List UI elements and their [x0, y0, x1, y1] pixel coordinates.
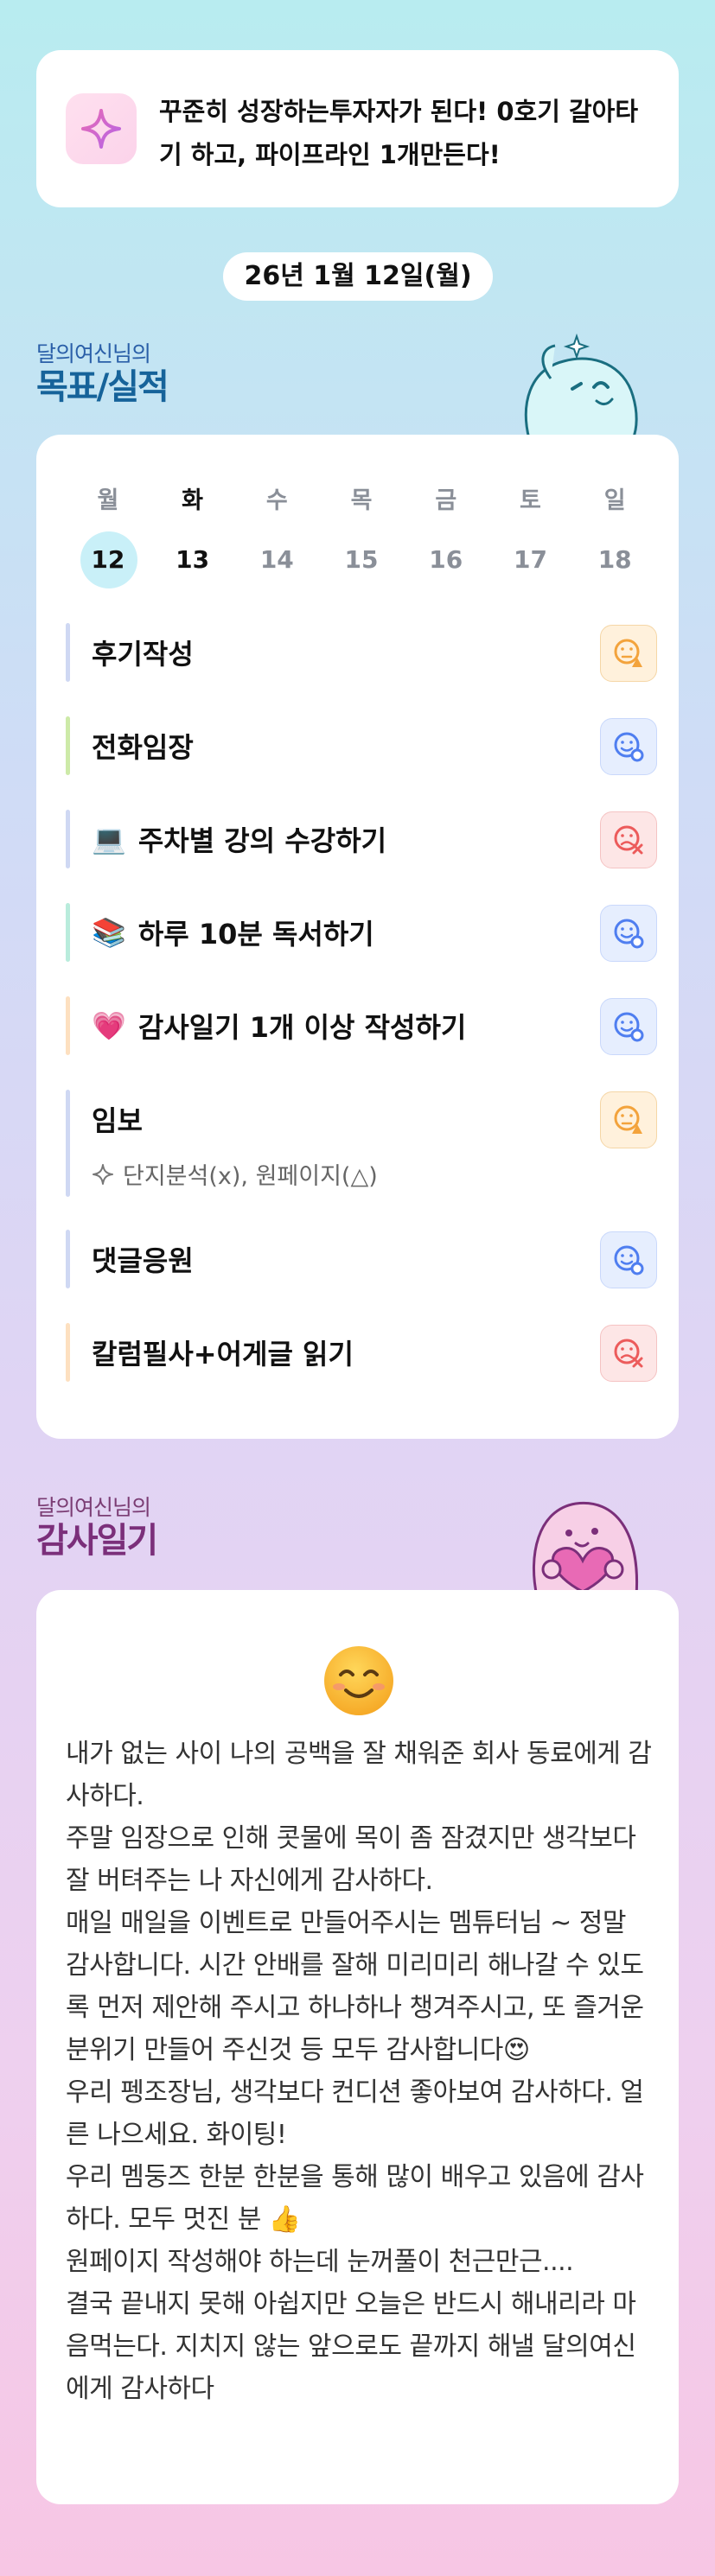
task-title: 후기작성	[92, 623, 194, 682]
task-item[interactable]: 후기작성	[66, 623, 657, 682]
task-item[interactable]: 💻 주차별 강의 수강하기	[66, 810, 657, 868]
mascot-heart-icon	[532, 1501, 639, 1596]
gratitude-section-subtitle: 달의여신님의	[36, 1495, 151, 1520]
date-row: 12 13 14 15 16 17 18	[66, 530, 657, 590]
date-cell[interactable]: 14	[234, 530, 319, 590]
task-color-bar	[66, 1090, 70, 1197]
smiling-face-icon	[324, 1646, 393, 1715]
face-check-icon[interactable]	[600, 905, 657, 962]
gratitude-line: 우리 멤둥즈 한분 한분을 통해 많이 배우고 있음에 감사하다. 모두 멋진 …	[66, 2162, 644, 2235]
task-item[interactable]: 댓글응원	[66, 1230, 657, 1288]
task-color-bar	[66, 810, 70, 868]
weekday-label: 화	[182, 487, 203, 514]
task-title-text: 감사일기 1개 이상 작성하기	[137, 1011, 467, 1044]
sparkle-small-icon	[93, 1163, 113, 1185]
weekday-label: 일	[603, 487, 626, 514]
task-title-text: 하루 10분 독서하기	[137, 918, 374, 951]
weekday-label: 토	[520, 487, 541, 514]
weekday-label: 금	[435, 487, 457, 514]
task-title: 📚 하루 10분 독서하기	[92, 903, 374, 962]
gratitude-line: 매일 매일을 이벤트로 만들어주시는 멤튜터님 ~ 정말 감사합니다. 시간 안…	[66, 1908, 644, 2065]
laptop-icon: 💻	[92, 823, 126, 855]
face-x-icon[interactable]	[600, 1325, 657, 1382]
task-color-bar	[66, 716, 70, 775]
task-title: 💻 주차별 강의 수강하기	[92, 810, 386, 868]
task-color-bar	[66, 623, 70, 682]
mascot-character-icon	[524, 333, 638, 439]
task-title-text: 칼럼필사+어게글 읽기	[92, 1338, 354, 1371]
task-item[interactable]: 전화임장	[66, 716, 657, 775]
task-title: 댓글응원	[92, 1230, 194, 1288]
task-title-text: 댓글응원	[92, 1244, 194, 1277]
date-cell[interactable]: 16	[404, 530, 488, 590]
gratitude-section-title: 감사일기	[36, 1521, 158, 1561]
face-warning-icon[interactable]	[600, 625, 657, 682]
goals-section-title: 목표/실적	[36, 367, 169, 407]
task-item[interactable]: 💗 감사일기 1개 이상 작성하기	[66, 996, 657, 1055]
gratitude-card: 내가 없는 사이 나의 공백을 잘 채워준 회사 동료에게 감사하다. 주말 임…	[36, 1590, 679, 2504]
weekday-label: 목	[350, 487, 373, 514]
face-x-icon[interactable]	[600, 811, 657, 868]
goal-card: 꾸준히 성장하는투자자가 된다! 0호기 갈아타기 하고, 파이프라인 1개만든…	[36, 50, 679, 207]
task-title-text: 후기작성	[92, 638, 194, 671]
task-item[interactable]: 📚 하루 10분 독서하기	[66, 903, 657, 962]
task-title-text: 임보	[92, 1104, 143, 1137]
face-check-icon[interactable]	[600, 1231, 657, 1288]
task-note-text: 단지분석(x), 원페이지(△)	[123, 1163, 378, 1190]
goals-section-label: 달의여신님의 목표/실적	[36, 337, 169, 407]
face-check-icon[interactable]	[600, 718, 657, 775]
task-item[interactable]: 칼럼필사+어게글 읽기	[66, 1323, 657, 1382]
goals-card: 월 화 수 목 금 토 일 12 13 14 15 16 17 18 후기작성 …	[36, 435, 679, 1439]
gratitude-line: 원페이지 작성해야 하는데 눈꺼풀이 천근만근....	[66, 2247, 574, 2277]
heart-icon: 💗	[92, 1009, 126, 1042]
weekday-label: 수	[265, 487, 288, 514]
gratitude-line: 주말 임장으로 인해 콧물에 목이 좀 잠겼지만 생각보다 잘 버텨주는 나 자…	[66, 1823, 636, 1896]
task-title-text: 주차별 강의 수강하기	[137, 824, 387, 857]
task-color-bar	[66, 1230, 70, 1288]
gratitude-line: 우리 펭조장님, 생각보다 컨디션 좋아보여 감사하다. 얼른 나으세요. 화이…	[66, 2077, 644, 2150]
gratitude-line: 내가 없는 사이 나의 공백을 잘 채워준 회사 동료에게 감사하다.	[66, 1739, 652, 1811]
books-icon: 📚	[92, 916, 126, 949]
task-color-bar	[66, 1323, 70, 1382]
task-color-bar	[66, 903, 70, 962]
task-note: 단지분석(x), 원페이지(△)	[92, 1157, 378, 1191]
goals-section-subtitle: 달의여신님의	[36, 341, 151, 366]
gratitude-section-label: 달의여신님의 감사일기	[36, 1491, 158, 1561]
date-label[interactable]: 26년 1월 12일(월)	[223, 252, 493, 301]
date-cell-selected[interactable]: 12	[66, 530, 150, 590]
weekday-row: 월 화 수 목 금 토 일	[66, 481, 657, 515]
task-title-text: 전화임장	[92, 731, 194, 764]
date-cell[interactable]: 13	[150, 530, 235, 590]
gratitude-line: 결국 끝내지 못해 아쉽지만 오늘은 반드시 해내리라 마음먹는다. 지치지 않…	[66, 2289, 636, 2404]
face-check-icon[interactable]	[600, 998, 657, 1055]
face-warning-icon[interactable]	[600, 1091, 657, 1148]
sparkle-icon	[66, 93, 137, 164]
gratitude-text: 내가 없는 사이 나의 공백을 잘 채워준 회사 동료에게 감사하다. 주말 임…	[66, 1733, 654, 2410]
task-title: 칼럼필사+어게글 읽기	[92, 1323, 354, 1382]
date-cell[interactable]: 17	[488, 530, 573, 590]
date-cell[interactable]: 15	[319, 530, 404, 590]
task-item[interactable]: 임보 단지분석(x), 원페이지(△)	[66, 1090, 657, 1197]
task-title: 💗 감사일기 1개 이상 작성하기	[92, 996, 466, 1055]
goal-text: 꾸준히 성장하는투자자가 된다! 0호기 갈아타기 하고, 파이프라인 1개만든…	[159, 97, 639, 169]
task-title: 전화임장	[92, 716, 194, 775]
task-title: 임보	[92, 1090, 143, 1148]
date-cell[interactable]: 18	[572, 530, 657, 590]
weekday-label: 월	[97, 487, 119, 514]
task-color-bar	[66, 996, 70, 1055]
